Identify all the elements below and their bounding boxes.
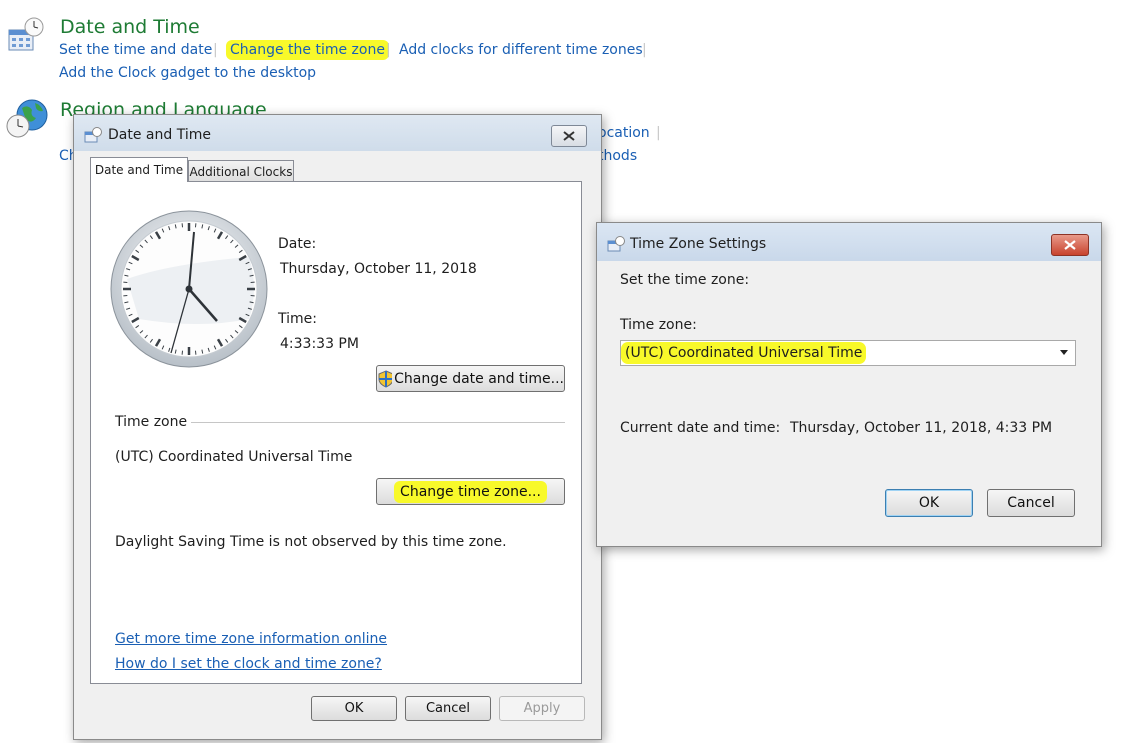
- link-separator: |: [213, 42, 218, 58]
- tz-cancel-button[interactable]: Cancel: [987, 489, 1075, 517]
- clock-gadget-link[interactable]: Add the Clock gadget to the desktop: [59, 65, 316, 81]
- cancel-button[interactable]: Cancel: [405, 696, 491, 721]
- region-partial-link-location[interactable]: ocation: [598, 125, 650, 141]
- region-partial-link-methods[interactable]: thods: [598, 148, 637, 164]
- group-divider: [191, 422, 565, 423]
- how-set-clock-link[interactable]: How do I set the clock and time zone?: [115, 656, 382, 672]
- time-zone-settings-dialog: Time Zone Settings Set the time zone: Ti…: [596, 222, 1102, 547]
- analog-clock: [110, 210, 268, 368]
- timezone-dropdown-value: (UTC) Coordinated Universal Time: [621, 342, 867, 364]
- calendar-clock-icon: [8, 17, 44, 51]
- close-icon: [563, 131, 575, 141]
- link-separator: |: [386, 42, 391, 58]
- link-separator: |: [656, 125, 661, 141]
- change-date-time-button[interactable]: Change date and time...: [376, 365, 565, 392]
- timezone-value: (UTC) Coordinated Universal Time: [115, 449, 353, 465]
- date-time-heading[interactable]: Date and Time: [60, 16, 200, 38]
- timezone-field-label: Time zone:: [620, 317, 697, 333]
- current-datetime-value: Thursday, October 11, 2018, 4:33 PM: [790, 420, 1053, 436]
- close-icon: [1064, 240, 1076, 250]
- tab-additional-clocks[interactable]: Additional Clocks: [188, 160, 294, 182]
- window-app-icon: [607, 236, 625, 252]
- tz-dialog-title: Time Zone Settings: [630, 236, 767, 252]
- tz-dialog-body: Set the time zone: Time zone: (UTC) Coor…: [603, 261, 1093, 538]
- window-app-icon: [84, 127, 102, 143]
- timezone-dropdown[interactable]: (UTC) Coordinated Universal Time: [620, 340, 1076, 366]
- tz-ok-button[interactable]: OK: [885, 489, 973, 517]
- set-time-date-link[interactable]: Set the time and date: [59, 42, 212, 58]
- current-datetime-label: Current date and time:: [620, 420, 781, 436]
- link-separator: |: [642, 42, 647, 58]
- ok-button[interactable]: OK: [311, 696, 397, 721]
- date-time-dialog: Date and Time Date and Time Additional C…: [73, 114, 602, 740]
- timezone-group-label: Time zone: [115, 414, 188, 430]
- change-time-zone-button[interactable]: Change time zone...: [376, 478, 565, 505]
- time-value: 4:33:33 PM: [280, 336, 359, 352]
- tab-date-and-time[interactable]: Date and Time: [90, 157, 188, 182]
- date-label: Date:: [278, 236, 317, 252]
- add-clocks-link[interactable]: Add clocks for different time zones: [399, 42, 643, 58]
- globe-clock-icon: [6, 99, 48, 138]
- dropdown-arrow-icon: [1060, 350, 1068, 355]
- tz-close-button[interactable]: [1051, 234, 1089, 256]
- close-button[interactable]: [551, 125, 587, 147]
- more-timezone-info-link[interactable]: Get more time zone information online: [115, 631, 387, 647]
- shield-icon: [378, 369, 393, 388]
- dst-note: Daylight Saving Time is not observed by …: [115, 534, 507, 550]
- apply-button[interactable]: Apply: [499, 696, 585, 721]
- change-time-zone-label: Change time zone...: [394, 480, 547, 503]
- tab-panel: Date: Thursday, October 11, 2018 Time: 4…: [90, 181, 582, 684]
- dialog-title: Date and Time: [108, 127, 211, 143]
- change-time-zone-link[interactable]: Change the time zone: [226, 40, 389, 60]
- time-label: Time:: [278, 311, 317, 327]
- date-value: Thursday, October 11, 2018: [280, 261, 477, 277]
- change-date-time-label: Change date and time...: [394, 370, 564, 387]
- set-timezone-prompt: Set the time zone:: [620, 272, 750, 288]
